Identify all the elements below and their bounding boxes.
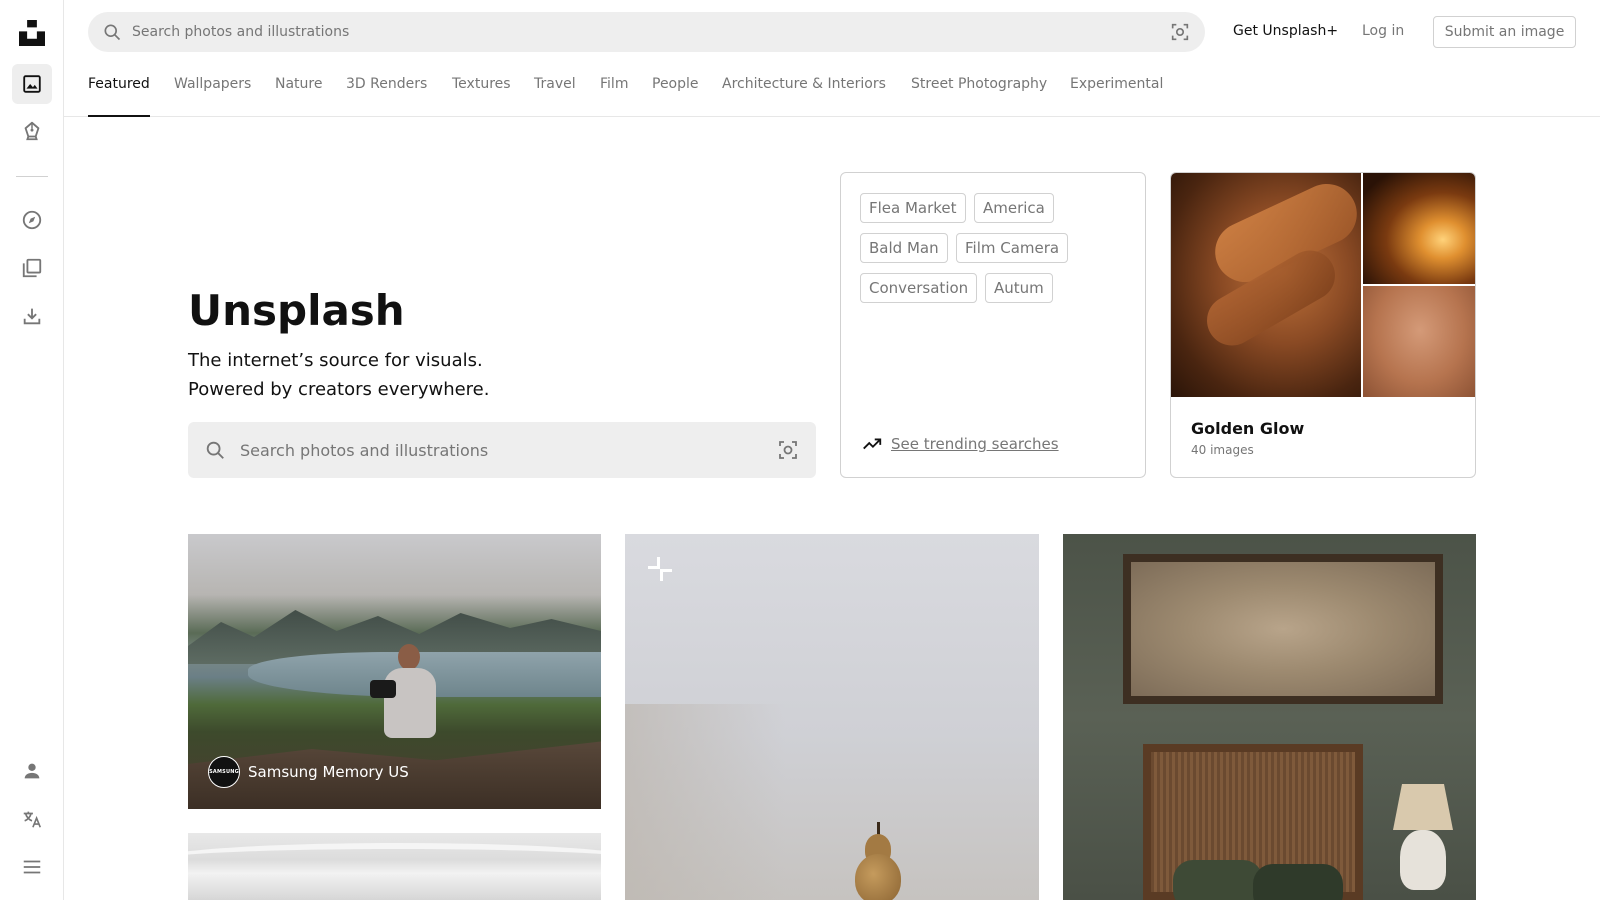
topic-experimental[interactable]: Experimental (1070, 74, 1163, 117)
photos-nav-button[interactable] (12, 64, 52, 104)
visual-search-icon[interactable] (776, 438, 800, 462)
login-link[interactable]: Log in (1362, 20, 1404, 42)
language-nav-button[interactable] (12, 799, 52, 839)
submit-image-button[interactable]: Submit an image (1433, 16, 1576, 48)
visual-search-icon[interactable] (1169, 21, 1191, 43)
search-icon[interactable] (102, 22, 122, 42)
hero-tagline-line2: Powered by creators everywhere. (188, 379, 490, 400)
header-search-input[interactable] (132, 24, 1169, 40)
topics-nav: Featured Wallpapers Nature 3D Renders Te… (64, 56, 1600, 117)
explore-nav-button[interactable] (12, 200, 52, 240)
photo-card[interactable] (1063, 534, 1476, 900)
photos-icon (23, 75, 41, 93)
trending-chip[interactable]: Conversation (860, 273, 978, 303)
avatar[interactable]: SAMSUNG (208, 756, 240, 788)
downloads-nav-button[interactable] (12, 296, 52, 336)
collections-icon (22, 258, 42, 278)
collection-thumb-image (1363, 286, 1475, 397)
logo-icon[interactable] (19, 20, 45, 46)
compass-icon (22, 210, 42, 230)
rail-divider (16, 176, 48, 177)
left-rail (0, 0, 64, 900)
photo-pillow (1173, 860, 1263, 900)
collection-thumb-image (1363, 173, 1475, 284)
featured-collection-card[interactable]: Golden Glow 40 images (1170, 172, 1476, 478)
account-nav-button[interactable] (12, 751, 52, 791)
topic-featured[interactable]: Featured (88, 74, 150, 117)
unsplash-plus-icon (648, 557, 672, 581)
download-icon (23, 308, 41, 325)
translate-icon (23, 811, 42, 828)
trending-chip[interactable]: Film Camera (956, 233, 1069, 263)
hero-title: Unsplash (188, 286, 405, 335)
topic-textures[interactable]: Textures (452, 74, 511, 117)
trending-chip[interactable]: Bald Man (860, 233, 948, 263)
see-trending-searches-link[interactable]: See trending searches (861, 433, 1059, 455)
photo-lamp (1400, 830, 1446, 890)
hero-tagline-line1: The internet’s source for visuals. (188, 350, 483, 371)
topic-architecture-interiors[interactable]: Architecture & Interiors (722, 74, 886, 117)
search-icon[interactable] (204, 439, 226, 461)
photo-person (370, 644, 438, 754)
collection-count: 40 images (1191, 443, 1254, 457)
illustrations-icon (24, 121, 40, 141)
topic-wallpapers[interactable]: Wallpapers (174, 74, 251, 117)
user-icon (24, 763, 40, 779)
topic-travel[interactable]: Travel (534, 74, 576, 117)
hero-search-bar[interactable] (188, 422, 816, 478)
photo-pillow (1253, 864, 1343, 900)
hamburger-menu-icon (23, 860, 41, 874)
see-trending-searches-label[interactable]: See trending searches (891, 435, 1059, 453)
photo-lamp (1393, 784, 1453, 830)
photo-card[interactable]: SAMSUNG Samsung Memory US (188, 534, 601, 809)
topic-street-photography[interactable]: Street Photography (911, 74, 1047, 117)
trending-up-icon (863, 438, 882, 450)
trending-chip[interactable]: Autum (985, 273, 1053, 303)
get-unsplash-plus-link[interactable]: Get Unsplash+ (1233, 20, 1338, 42)
topic-film[interactable]: Film (600, 74, 628, 117)
header-search-bar[interactable] (88, 12, 1205, 52)
trending-chip[interactable]: America (974, 193, 1054, 223)
photographer-name[interactable]: Samsung Memory US (248, 763, 409, 781)
photo-card[interactable] (188, 833, 601, 900)
topic-nature[interactable]: Nature (275, 74, 322, 117)
collection-cover-image (1171, 173, 1361, 397)
menu-nav-button[interactable] (12, 847, 52, 887)
trending-chip[interactable]: Flea Market (860, 193, 966, 223)
photo-card[interactable] (625, 534, 1039, 900)
photo-credit[interactable]: SAMSUNG Samsung Memory US (208, 756, 409, 788)
topic-3d-renders[interactable]: 3D Renders (346, 74, 427, 117)
photo-pear (855, 854, 901, 900)
photo-wall-art (1123, 554, 1443, 704)
topic-people[interactable]: People (652, 74, 699, 117)
collections-nav-button[interactable] (12, 248, 52, 288)
illustrations-nav-button[interactable] (12, 111, 52, 151)
trending-searches-card: Flea Market America Bald Man Film Camera… (840, 172, 1146, 478)
collection-title: Golden Glow (1191, 419, 1305, 438)
hero-search-input[interactable] (240, 440, 776, 460)
